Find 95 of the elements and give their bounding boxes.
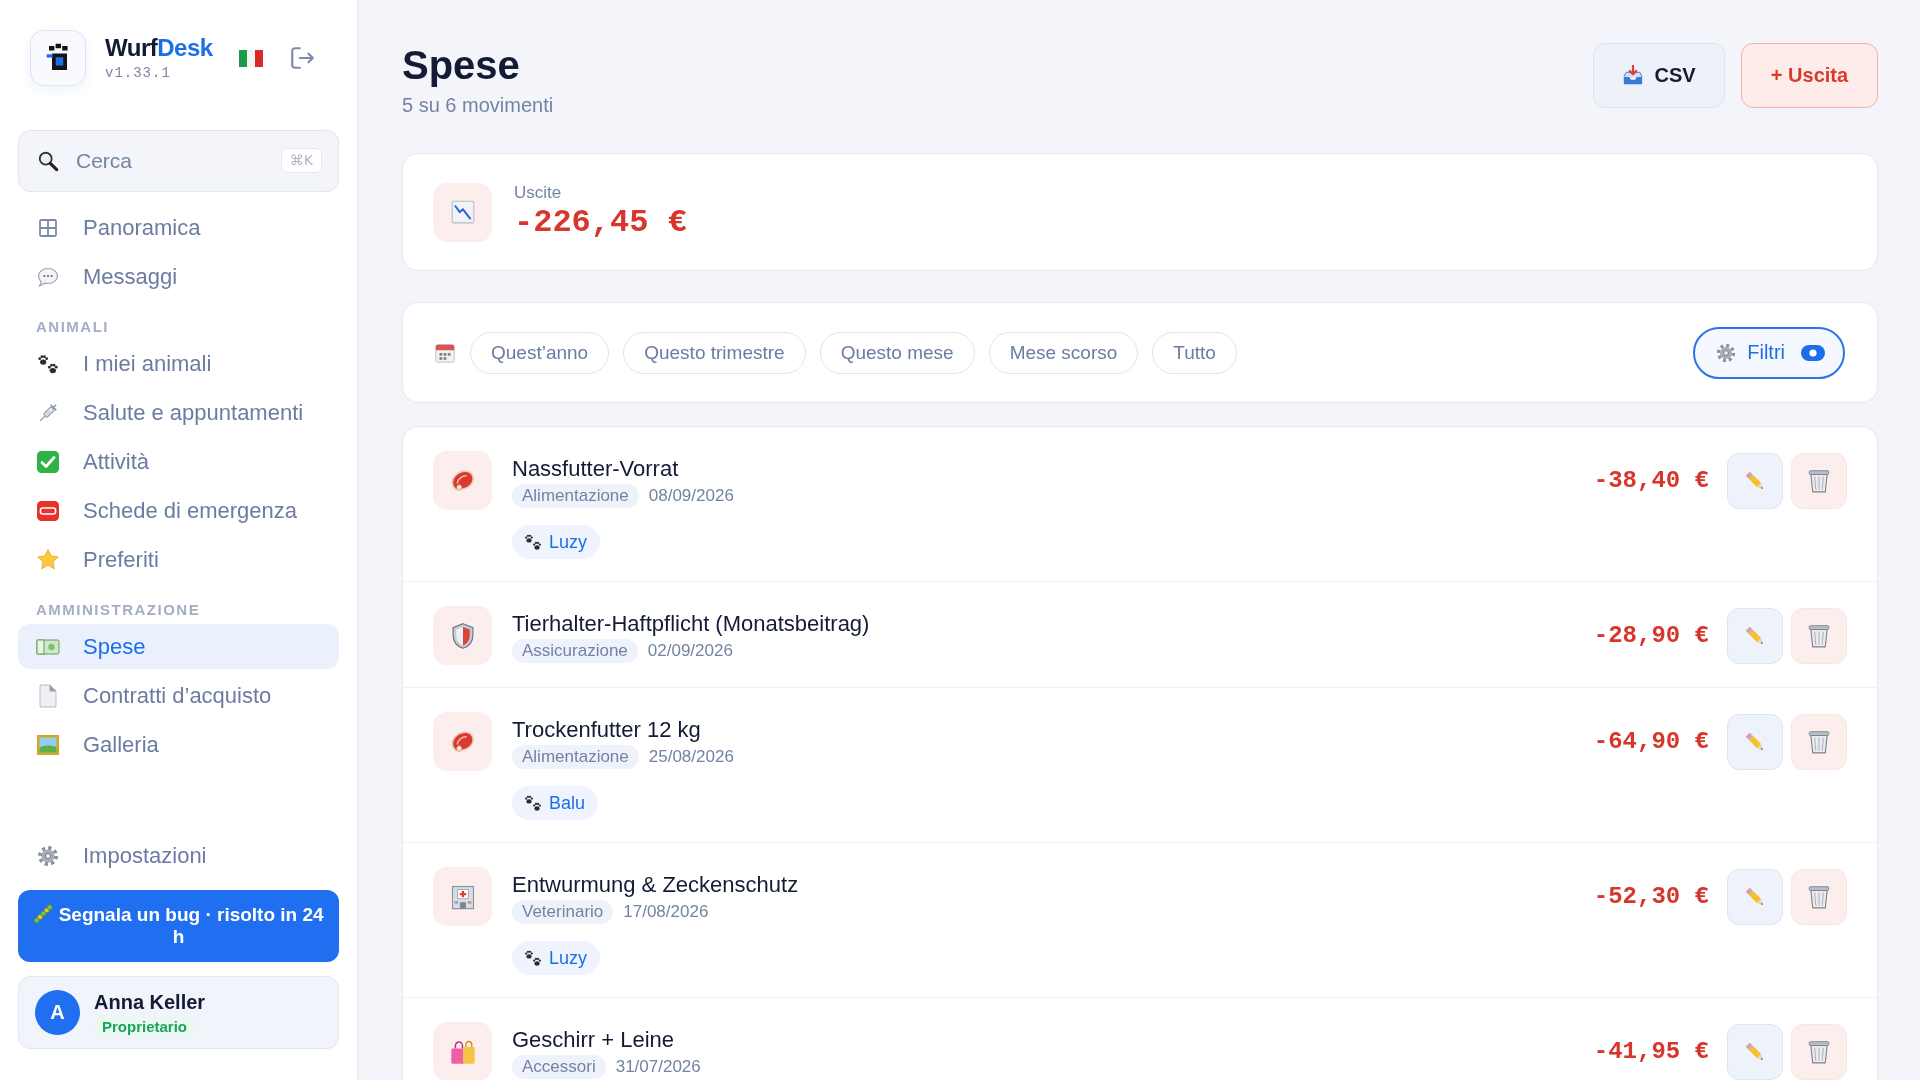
logout-icon[interactable] xyxy=(288,45,315,71)
pet-name: Balu xyxy=(549,792,586,814)
trash-icon xyxy=(1806,622,1832,649)
trash-icon xyxy=(1806,467,1832,494)
category-tag: Accessori xyxy=(512,1055,606,1079)
expense-date: 25/08/2026 xyxy=(648,746,734,768)
period-chip[interactable]: Questo mese xyxy=(819,331,975,374)
expense-title: Nassfutter-Vorrat xyxy=(512,456,679,482)
summary-amount: -226,45 € xyxy=(514,204,687,242)
delete-button[interactable] xyxy=(1791,452,1847,509)
report-bug-button[interactable]: Segnala un bug · risolto in 24 h xyxy=(18,890,339,962)
delete-button[interactable] xyxy=(1791,1023,1847,1080)
pet-name: Luzy xyxy=(549,531,588,553)
edit-button[interactable] xyxy=(1727,452,1783,509)
trash-icon xyxy=(1806,728,1832,755)
caterpillar-icon xyxy=(33,904,54,924)
paw-prints-icon xyxy=(523,948,543,968)
paw-prints-icon xyxy=(523,532,543,552)
app-version: v1.33.1 xyxy=(105,64,172,82)
logo-icon xyxy=(30,30,86,86)
category-tag: Veterinario xyxy=(512,900,614,924)
expense-amount: -41,95 € xyxy=(1593,1038,1709,1065)
trash-icon xyxy=(1806,1038,1832,1065)
shortcut-hint: ⌘K xyxy=(280,148,322,173)
period-chip[interactable]: Mese scorso xyxy=(988,331,1139,374)
category-tag: Alimentazione xyxy=(512,484,639,508)
trash-icon xyxy=(1806,883,1832,910)
emergency-icon xyxy=(36,498,60,523)
delete-button[interactable] xyxy=(1791,607,1847,664)
shield-icon xyxy=(433,606,492,665)
hospital-icon xyxy=(433,867,492,926)
pet-name: Luzy xyxy=(549,947,588,969)
filter-button[interactable]: Filtri xyxy=(1693,326,1845,379)
star-icon xyxy=(36,547,60,572)
expense-title: Trockenfutter 12 kg xyxy=(512,717,701,743)
gear-icon xyxy=(1715,341,1738,364)
document-icon xyxy=(36,683,60,708)
expense-date: 31/07/2026 xyxy=(615,1056,701,1078)
flag-icon[interactable] xyxy=(238,49,263,67)
edit-button[interactable] xyxy=(1727,713,1783,770)
period-chip[interactable]: Questo trimestre xyxy=(623,331,806,374)
nav-item[interactable]: Contratti d’acquisto xyxy=(18,673,339,718)
calendar-icon xyxy=(434,341,456,364)
steak-icon xyxy=(433,712,492,771)
steak-icon xyxy=(433,451,492,510)
expense-date: 02/09/2026 xyxy=(647,640,733,662)
delete-button[interactable] xyxy=(1791,713,1847,770)
edit-button[interactable] xyxy=(1727,1023,1783,1080)
falling-chart-icon xyxy=(433,182,492,242)
expense-title: Entwurmung & Zeckenschutz xyxy=(512,872,799,898)
page-subtitle: 5 su 6 movimenti xyxy=(402,93,554,117)
add-expense-button[interactable]: + Uscita xyxy=(1741,43,1878,108)
gear-icon xyxy=(36,843,60,868)
delete-button[interactable] xyxy=(1791,868,1847,925)
edit-button[interactable] xyxy=(1727,868,1783,925)
expense-amount: -64,90 € xyxy=(1593,728,1709,755)
expense-date: 08/09/2026 xyxy=(648,485,734,507)
toggle-icon xyxy=(1801,344,1825,361)
expense-date: 17/08/2026 xyxy=(623,901,709,923)
nav-item[interactable]: Panoramica xyxy=(18,205,339,250)
period-chip[interactable]: Tutto xyxy=(1152,331,1237,374)
nav-item[interactable]: Impostazioni xyxy=(18,833,339,878)
section-heading: ANIMALI xyxy=(35,317,110,337)
inbox-tray-icon xyxy=(1622,64,1645,87)
check-icon xyxy=(36,449,60,474)
paw-prints-icon xyxy=(523,793,543,813)
nav-item[interactable]: Attività xyxy=(18,439,339,484)
period-chip[interactable]: Quest’anno xyxy=(470,331,610,374)
summary-label: Uscite xyxy=(514,182,563,204)
expense-amount: -52,30 € xyxy=(1593,883,1709,910)
search-icon xyxy=(37,150,59,172)
expense-amount: -38,40 € xyxy=(1593,467,1709,494)
page-title: Spese xyxy=(402,43,521,87)
nav-item[interactable]: Galleria xyxy=(18,722,339,767)
nav-item[interactable]: Preferiti xyxy=(18,537,339,582)
user-name: Anna Keller xyxy=(94,989,206,1014)
nav-item[interactable]: Spese xyxy=(18,624,339,669)
edit-button[interactable] xyxy=(1727,607,1783,664)
expense-amount: -28,90 € xyxy=(1593,622,1709,649)
nav-item[interactable]: Salute e appuntamenti xyxy=(18,390,339,435)
expense-title: Tierhalter-Haftpflicht (Monatsbeitrag) xyxy=(512,611,870,637)
nav-item[interactable]: I miei animali xyxy=(18,341,339,386)
user-card[interactable]: A Anna Keller Proprietario xyxy=(18,976,339,1049)
category-tag: Assicurazione xyxy=(512,639,638,663)
section-heading: AMMINISTRAZIONE xyxy=(35,600,202,620)
user-avatar: A xyxy=(35,990,80,1035)
category-tag: Alimentazione xyxy=(512,745,639,769)
role-badge: Proprietario xyxy=(94,1016,196,1036)
nav-item[interactable]: Messaggi xyxy=(18,254,339,299)
brand-name: WurfDesk xyxy=(105,34,213,62)
expense-title: Geschirr + Leine xyxy=(512,1027,675,1053)
export-button[interactable]: CSV xyxy=(1593,43,1725,108)
shopping-bags-icon xyxy=(433,1022,492,1080)
nav-item[interactable]: Schede di emergenza xyxy=(18,488,339,533)
framed-picture-icon xyxy=(36,732,60,757)
